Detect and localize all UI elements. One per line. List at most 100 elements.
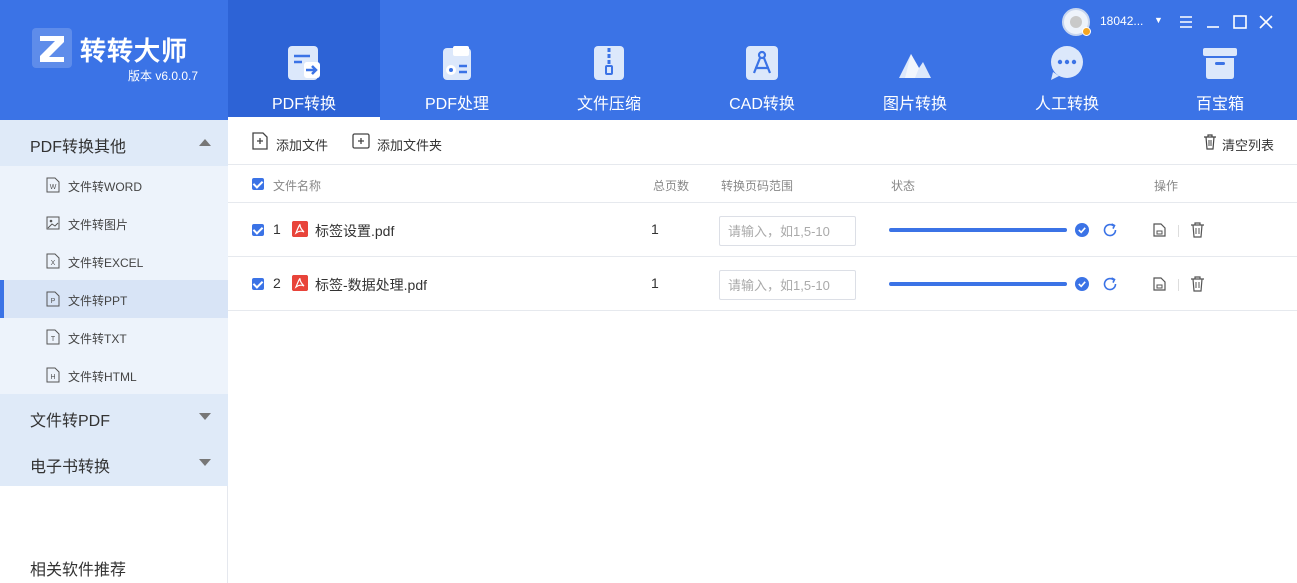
- refresh-icon[interactable]: [1102, 276, 1118, 292]
- sidebar-item-label: 文件转PPT: [68, 294, 128, 308]
- app-logo-icon: [32, 28, 72, 68]
- tab-label: 人工转换: [1034, 96, 1099, 113]
- tab-label: 文件压缩: [576, 96, 641, 113]
- maximize-icon[interactable]: [1230, 12, 1250, 32]
- sidebar-group-label: 电子书转换: [30, 459, 111, 476]
- table-row: 2 标签-数据处理.pdf 1: [228, 257, 1297, 311]
- page-count: 1: [651, 221, 659, 237]
- svg-text:X: X: [51, 260, 56, 267]
- image-file-icon: [46, 216, 60, 230]
- sidebar-group-label: 文件转PDF: [30, 413, 111, 430]
- vip-badge-icon: [1082, 27, 1091, 36]
- user-menu[interactable]: 18042... ▼: [1062, 8, 1172, 36]
- menu-icon[interactable]: [1176, 12, 1196, 32]
- column-header-status: 状态: [891, 179, 916, 193]
- progress-bar: [889, 282, 1067, 286]
- folder-icon[interactable]: [1152, 276, 1168, 292]
- add-folder-label: 添加文件夹: [377, 138, 443, 153]
- word-file-icon: W: [46, 177, 60, 193]
- app-version: 版本 v6.0.0.7: [128, 69, 199, 83]
- svg-text:T: T: [51, 336, 56, 343]
- sidebar-item-html[interactable]: H 文件转HTML: [0, 356, 228, 394]
- sidebar-group-pdf-to-other[interactable]: PDF转换其他: [0, 120, 228, 166]
- tab-image-convert[interactable]: 图片转换: [839, 0, 991, 120]
- table-header: 文件名称 总页数 转换页码范围 状态 操作: [228, 165, 1297, 203]
- tab-label: PDF转换: [271, 96, 336, 113]
- top-header: 转转大师 版本 v6.0.0.7 PDF转换 PDF处理 文件压缩 CAD转换 …: [0, 0, 1297, 120]
- select-all-checkbox[interactable]: [252, 178, 264, 190]
- sidebar-item-ppt[interactable]: P 文件转PPT: [0, 280, 228, 318]
- sidebar: PDF转换其他 W 文件转WORD 文件转图片 X 文件转EXCEL P 文件转…: [0, 120, 228, 583]
- check-circle-icon: [1075, 277, 1089, 291]
- main-panel: 添加文件 添加文件夹 清空列表 文件名称 总页数 转换页码范围 状态 操作 1: [228, 120, 1297, 583]
- sidebar-item-txt[interactable]: T 文件转TXT: [0, 318, 228, 356]
- row-index: 1: [273, 221, 281, 237]
- caret-up-icon: [199, 139, 211, 146]
- add-file-icon: [252, 132, 268, 150]
- sidebar-item-excel[interactable]: X 文件转EXCEL: [0, 242, 228, 280]
- row-index: 2: [273, 275, 281, 291]
- row-checkbox[interactable]: [252, 278, 264, 290]
- svg-text:H: H: [50, 374, 55, 381]
- column-header-name: 文件名称: [273, 179, 322, 193]
- pdf-file-icon: [292, 275, 308, 291]
- column-header-range: 转换页码范围: [721, 179, 794, 193]
- progress-fill: [889, 228, 1067, 232]
- caret-down-icon: ▼: [1154, 15, 1163, 25]
- sidebar-item-label: 文件转EXCEL: [68, 256, 144, 270]
- sidebar-group-file-to-pdf[interactable]: 文件转PDF: [0, 394, 228, 440]
- close-icon[interactable]: [1256, 12, 1276, 32]
- file-name: 标签设置.pdf: [315, 223, 395, 239]
- folder-icon[interactable]: [1152, 222, 1168, 238]
- tab-file-compress[interactable]: 文件压缩: [533, 0, 685, 120]
- page-range-input[interactable]: [719, 216, 856, 246]
- clear-list-button[interactable]: 清空列表: [1203, 132, 1279, 154]
- sidebar-item-label: 文件转图片: [68, 218, 129, 232]
- tab-label: 百宝箱: [1195, 96, 1244, 113]
- box-icon: [1203, 48, 1237, 79]
- column-header-pages: 总页数: [653, 179, 690, 193]
- add-file-button[interactable]: 添加文件: [251, 132, 333, 154]
- trash-icon: [1204, 134, 1216, 150]
- refresh-icon[interactable]: [1102, 222, 1118, 238]
- ppt-file-icon: P: [46, 291, 60, 307]
- tab-cad-convert[interactable]: CAD转换: [686, 0, 838, 120]
- pdf-file-icon: [292, 221, 308, 237]
- add-file-label: 添加文件: [276, 138, 329, 153]
- sidebar-group-ebook[interactable]: 电子书转换: [0, 440, 228, 486]
- delete-icon[interactable]: [1190, 222, 1205, 238]
- add-folder-button[interactable]: 添加文件夹: [352, 132, 448, 154]
- username: 18042...: [1100, 14, 1144, 28]
- divider: [1178, 279, 1179, 291]
- toolbar: 添加文件 添加文件夹 清空列表: [228, 120, 1297, 165]
- svg-text:P: P: [51, 298, 56, 305]
- minimize-icon[interactable]: [1203, 12, 1223, 32]
- file-name: 标签-数据处理.pdf: [315, 277, 428, 293]
- sidebar-item-word[interactable]: W 文件转WORD: [0, 166, 228, 204]
- divider: [1178, 225, 1179, 237]
- pdf-process-icon: [443, 46, 471, 80]
- sidebar-item-label: 文件转WORD: [68, 180, 142, 194]
- progress-bar: [889, 228, 1067, 232]
- clear-list-label: 清空列表: [1222, 138, 1275, 153]
- tab-pdf-convert[interactable]: PDF转换: [228, 0, 380, 120]
- sidebar-item-image[interactable]: 文件转图片: [0, 204, 228, 242]
- check-circle-icon: [1075, 223, 1089, 237]
- image-icon: [899, 54, 931, 78]
- page-range-input[interactable]: [719, 270, 856, 300]
- delete-icon[interactable]: [1190, 276, 1205, 292]
- sidebar-item-label: 文件转TXT: [68, 332, 127, 346]
- table-row: 1 标签设置.pdf 1: [228, 203, 1297, 257]
- add-folder-icon: [352, 133, 370, 149]
- page-count: 1: [651, 275, 659, 291]
- caret-down-icon: [199, 413, 211, 420]
- chat-icon: [1051, 46, 1083, 80]
- tab-pdf-process[interactable]: PDF处理: [381, 0, 533, 120]
- row-checkbox[interactable]: [252, 224, 264, 236]
- progress-fill: [889, 282, 1067, 286]
- related-software-link[interactable]: 相关软件推荐: [30, 556, 126, 580]
- column-header-actions: 操作: [1154, 179, 1179, 193]
- sidebar-item-label: 文件转HTML: [68, 370, 137, 384]
- app-name: 转转大师: [80, 36, 189, 66]
- svg-text:W: W: [50, 184, 57, 191]
